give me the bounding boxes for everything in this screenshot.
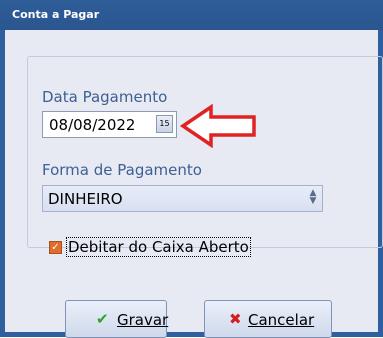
dialog-client-area: Data Pagamento 08/08/2022 15 Forma de Pa… <box>5 30 383 338</box>
up-down-icon: ▲ ▼ <box>309 188 317 206</box>
payment-select[interactable]: DINHEIRO ▲ ▼ <box>42 185 323 212</box>
dialog-window: Conta a Pagar Data Pagamento 08/08/2022 … <box>0 0 383 338</box>
window-title: Conta a Pagar <box>12 8 100 21</box>
date-label: Data Pagamento <box>42 88 168 106</box>
payment-label: Forma de Pagamento <box>42 161 202 179</box>
check-icon: ✔ <box>96 310 109 328</box>
save-button[interactable]: ✔ Gravar <box>65 300 169 338</box>
cancel-button[interactable]: ✖ Cancelar <box>204 300 332 338</box>
cancel-button-label: Cancelar <box>248 311 315 329</box>
payment-value: DINHEIRO <box>48 190 123 208</box>
x-icon: ✖ <box>229 310 242 328</box>
save-button-label: Gravar <box>117 311 169 329</box>
form-group-box <box>27 56 383 248</box>
date-field[interactable]: 08/08/2022 15 <box>42 111 177 138</box>
calendar-icon[interactable]: 15 <box>156 115 173 133</box>
date-value: 08/08/2022 <box>49 116 136 134</box>
debit-checkbox[interactable]: ✓ <box>49 241 62 254</box>
calendar-icon-text: 15 <box>159 119 170 128</box>
debit-checkbox-label[interactable]: Debitar do Caixa Aberto <box>66 237 251 257</box>
title-bar[interactable]: Conta a Pagar <box>0 0 383 30</box>
red-arrow-annotation <box>180 104 256 148</box>
